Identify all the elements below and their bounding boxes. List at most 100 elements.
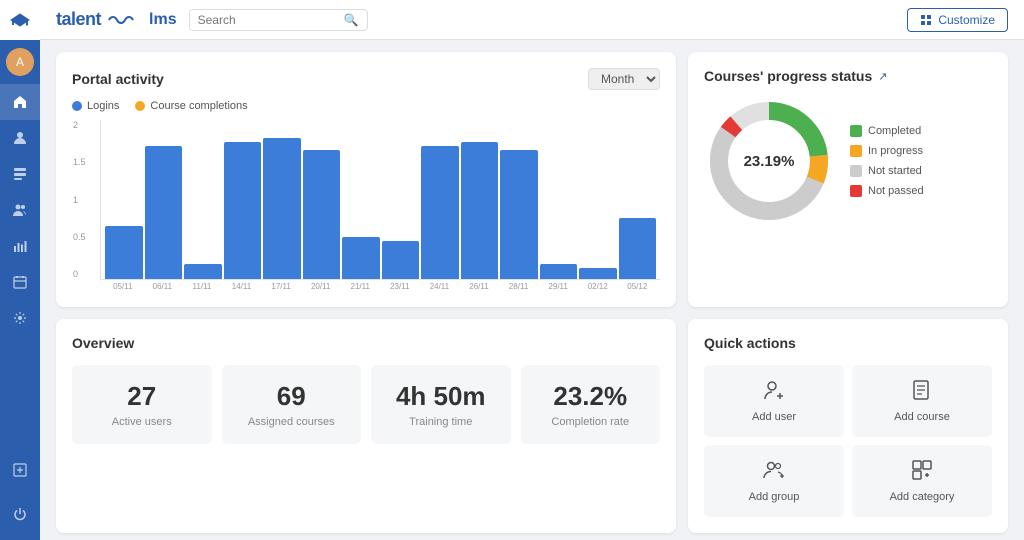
x-label: 05/12	[619, 282, 657, 291]
y-axis-labels: 21.510.50	[73, 120, 86, 279]
bar-group	[303, 124, 341, 279]
add-category-icon	[911, 459, 933, 487]
add-course-button[interactable]: Add course	[852, 365, 992, 437]
sidebar-item-courses[interactable]	[0, 156, 40, 192]
overview-training-time: 4h 50m Training time	[371, 365, 511, 444]
customize-icon	[920, 14, 932, 26]
add-user-button[interactable]: Add user	[704, 365, 844, 437]
sidebar-item-groups[interactable]	[0, 192, 40, 228]
chart-legend: Logins Course completions	[72, 100, 660, 112]
x-label: 21/11	[341, 282, 379, 291]
x-axis-labels: 05/1106/1111/1114/1117/1120/1121/1123/11…	[100, 280, 660, 291]
x-label: 17/11	[262, 282, 300, 291]
search-bar[interactable]: 🔍	[189, 9, 368, 31]
logo-icon	[0, 0, 40, 40]
customize-button[interactable]: Customize	[907, 8, 1008, 32]
login-bar	[342, 237, 380, 279]
sidebar-item-users[interactable]	[0, 120, 40, 156]
bar-group	[382, 124, 420, 279]
active-users-label: Active users	[84, 416, 200, 428]
add-group-label: Add group	[749, 491, 800, 503]
x-label: 02/12	[579, 282, 617, 291]
x-label: 14/11	[223, 282, 261, 291]
dashboard: Portal activity Month Logins Course comp…	[40, 40, 1024, 540]
training-time-value: 4h 50m	[383, 381, 499, 412]
courses-progress-header: Courses' progress status ↗	[704, 68, 992, 84]
sidebar-item-settings[interactable]	[0, 300, 40, 336]
login-bar	[263, 138, 301, 279]
search-icon: 🔍	[344, 13, 359, 27]
bar-chart: 21.510.50	[100, 120, 660, 280]
login-bar	[500, 150, 538, 279]
portal-activity-header: Portal activity Month	[72, 68, 660, 90]
x-label: 28/11	[500, 282, 538, 291]
add-category-label: Add category	[890, 491, 955, 503]
logo-lms-icon	[107, 12, 143, 28]
login-bar	[382, 241, 420, 279]
bar-group	[579, 124, 617, 279]
sidebar: A	[0, 0, 40, 540]
login-bar	[579, 268, 617, 279]
search-input[interactable]	[198, 13, 338, 27]
add-group-icon	[763, 459, 785, 487]
logo-text: talent	[56, 9, 101, 30]
portal-activity-title: Portal activity	[72, 71, 164, 87]
quick-actions-card: Quick actions Add user Add course	[688, 319, 1008, 533]
main-content: talent lms 🔍 Customize Portal activity M…	[40, 0, 1024, 540]
completion-rate-label: Completion rate	[533, 416, 649, 428]
bar-group	[145, 124, 183, 279]
x-label: 24/11	[421, 282, 459, 291]
x-label: 05/11	[104, 282, 142, 291]
sidebar-item-reports[interactable]	[0, 228, 40, 264]
training-time-label: Training time	[383, 416, 499, 428]
login-bar	[224, 142, 262, 279]
login-bar	[461, 142, 499, 279]
sidebar-item-admin[interactable]	[0, 452, 40, 488]
external-link-icon[interactable]: ↗	[878, 70, 887, 83]
legend-not-started: Not started	[850, 165, 924, 177]
bar-group	[263, 124, 301, 279]
overview-card: Overview 27 Active users 69 Assigned cou…	[56, 319, 676, 533]
bar-group	[105, 124, 143, 279]
legend-completed: Completed	[850, 125, 924, 137]
not-passed-color	[850, 185, 862, 197]
x-label: 06/11	[144, 282, 182, 291]
add-course-icon	[911, 379, 933, 407]
bar-group	[540, 124, 578, 279]
avatar[interactable]: A	[6, 48, 34, 76]
legend-not-passed: Not passed	[850, 185, 924, 197]
add-user-icon	[763, 379, 785, 407]
completed-color	[850, 125, 862, 137]
bar-group	[421, 124, 459, 279]
donut-center-value: 23.19%	[744, 153, 795, 170]
add-group-button[interactable]: Add group	[704, 445, 844, 517]
actions-grid: Add user Add course Add group	[704, 365, 992, 517]
overview-active-users: 27 Active users	[72, 365, 212, 444]
overview-grid: 27 Active users 69 Assigned courses 4h 5…	[72, 365, 660, 444]
not-started-color	[850, 165, 862, 177]
login-bar	[619, 218, 657, 279]
bar-group	[224, 124, 262, 279]
sidebar-item-home[interactable]	[0, 84, 40, 120]
login-bar	[105, 226, 143, 279]
completions-dot	[135, 101, 145, 111]
legend-completions: Course completions	[135, 100, 247, 112]
active-users-value: 27	[84, 381, 200, 412]
overview-completion-rate: 23.2% Completion rate	[521, 365, 661, 444]
login-bar	[540, 264, 578, 279]
add-course-label: Add course	[894, 411, 950, 423]
legend-logins: Logins	[72, 100, 119, 112]
bar-group	[500, 124, 538, 279]
bar-group	[184, 124, 222, 279]
login-bar	[421, 146, 459, 279]
login-bar	[184, 264, 222, 279]
in-progress-color	[850, 145, 862, 157]
bar-group	[619, 124, 657, 279]
sidebar-item-calendar[interactable]	[0, 264, 40, 300]
completion-rate-value: 23.2%	[533, 381, 649, 412]
sidebar-item-power[interactable]	[0, 496, 40, 532]
period-select[interactable]: Month	[588, 68, 660, 90]
donut-chart-wrapper: 23.19%	[704, 96, 834, 226]
x-label: 23/11	[381, 282, 419, 291]
add-category-button[interactable]: Add category	[852, 445, 992, 517]
